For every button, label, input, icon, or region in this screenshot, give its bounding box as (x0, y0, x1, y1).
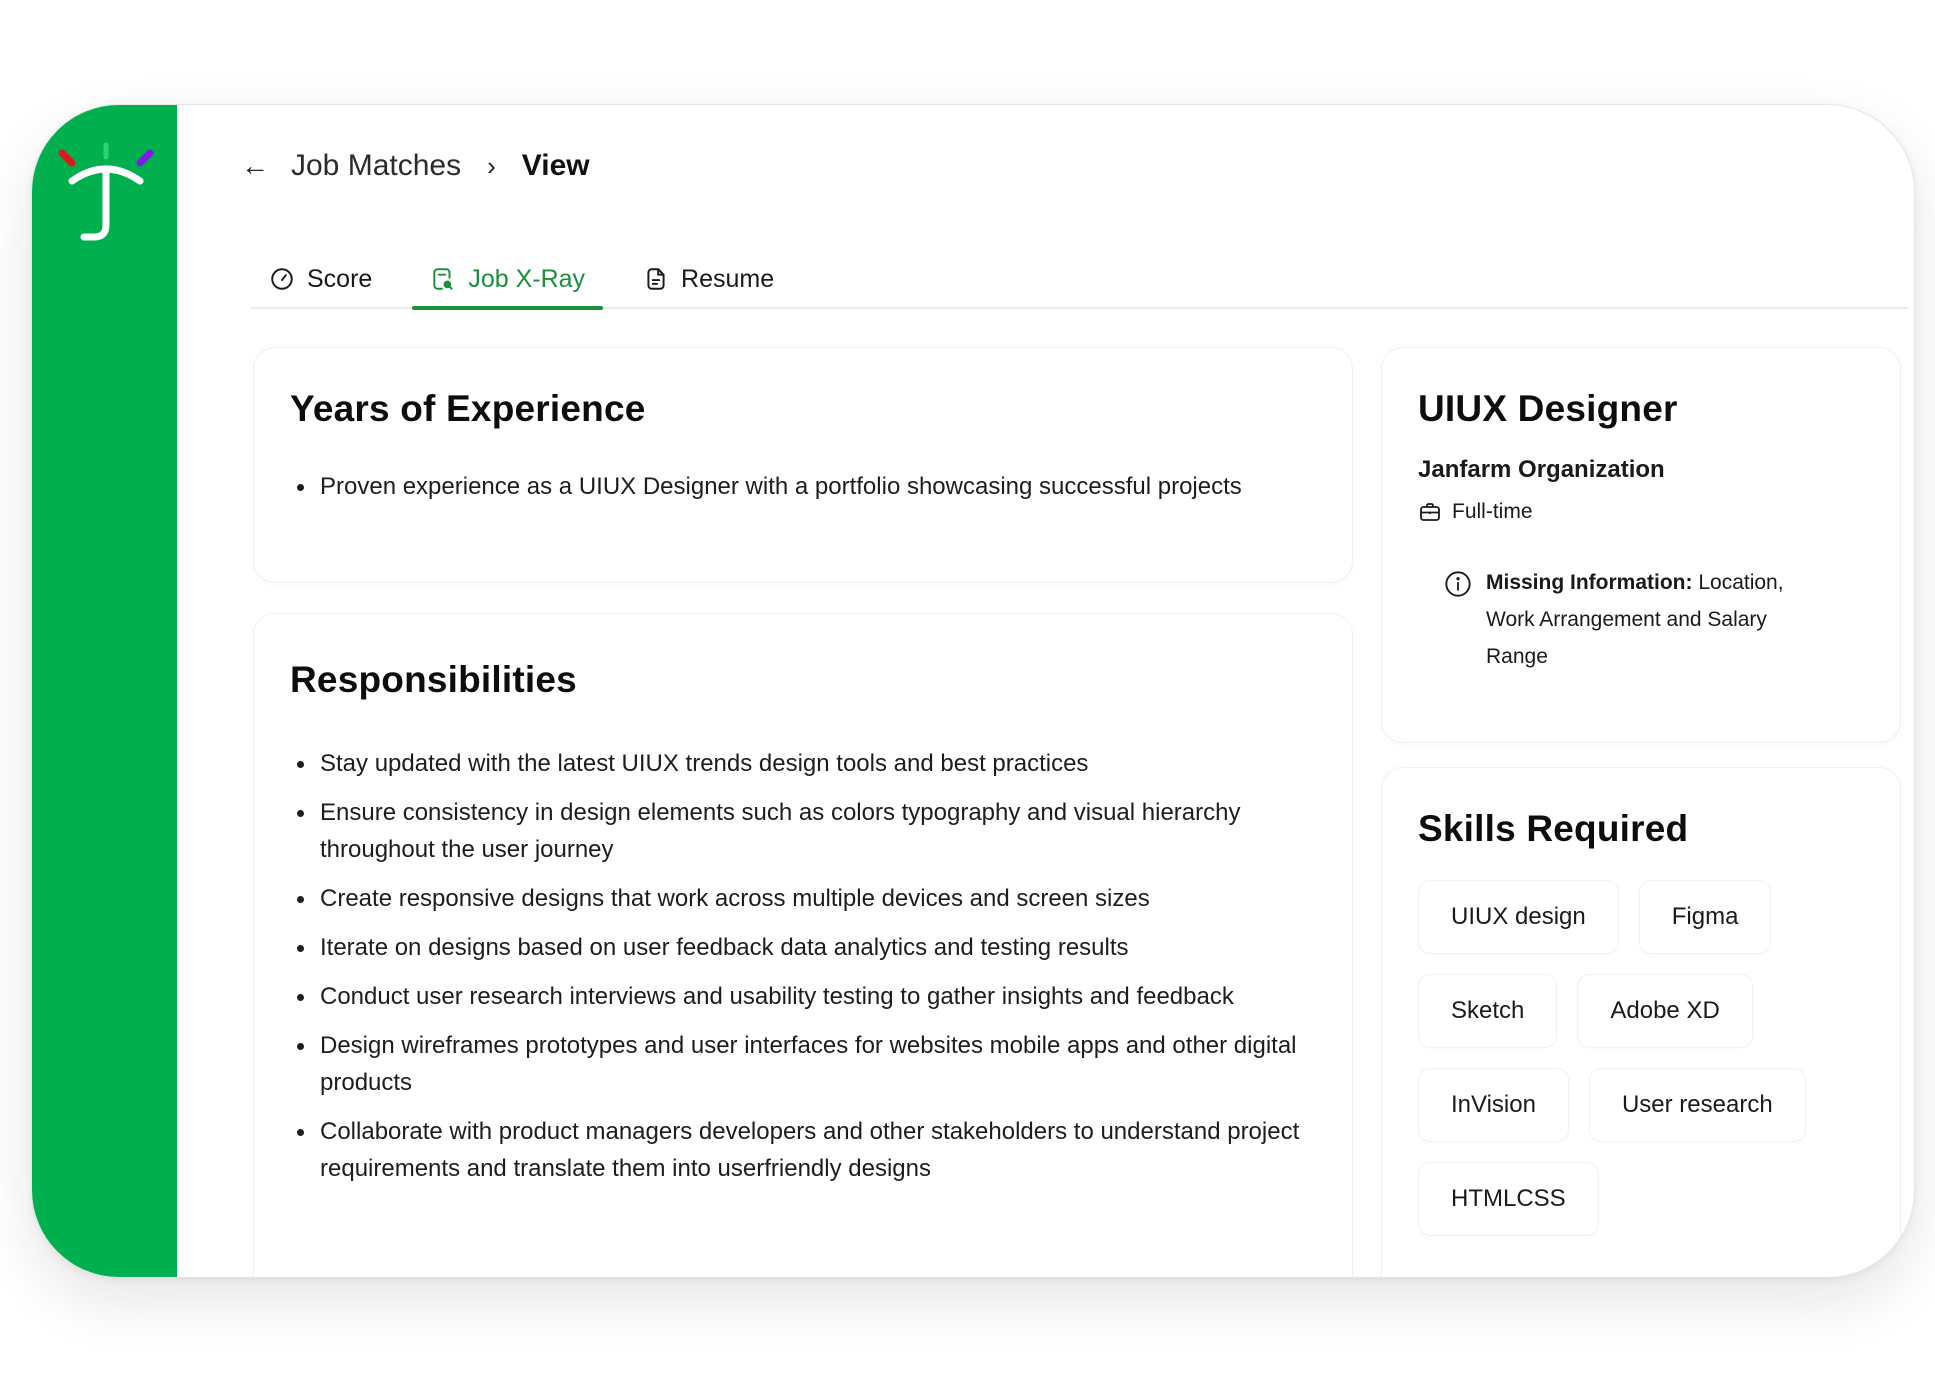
responsibilities-card: Responsibilities Stay updated with the l… (253, 613, 1353, 1277)
document-search-icon (433, 268, 453, 290)
missing-info-label: Missing Information: (1486, 571, 1693, 594)
list-item: Proven experience as a UIUX Designer wit… (290, 468, 1310, 505)
job-type: Full-time (1418, 500, 1864, 524)
skill-chip[interactable]: HTMLCSS (1418, 1162, 1599, 1236)
skills-title: Skills Required (1418, 808, 1689, 849)
tab-job-x-ray[interactable]: Job X-Ray (412, 251, 603, 310)
breadcrumb-job-matches[interactable]: Job Matches (291, 149, 461, 183)
tab-label: Job X-Ray (468, 264, 586, 293)
breadcrumb: ← Job Matches › View (241, 149, 590, 183)
list-item: Collaborate with product managers develo… (290, 1113, 1310, 1187)
skill-chip[interactable]: UIUX design (1418, 880, 1619, 954)
list-item: Design wireframes prototypes and user in… (290, 1027, 1310, 1101)
responsibilities-list: Stay updated with the latest UIUX trends… (290, 745, 1316, 1187)
experience-list: Proven experience as a UIUX Designer wit… (290, 468, 1316, 505)
skills-list: UIUX design Figma Sketch Adobe XD InVisi… (1418, 880, 1838, 1236)
job-type-label: Full-time (1452, 500, 1533, 523)
skill-chip[interactable]: User research (1588, 1068, 1806, 1142)
main-content: ← Job Matches › View Score Job X-Ray Res… (177, 105, 1914, 1277)
experience-title: Years of Experience (290, 388, 646, 429)
skills-card: Skills Required UIUX design Figma Sketch… (1381, 767, 1901, 1277)
tab-label: Resume (681, 264, 775, 293)
chevron-right-icon: › (487, 150, 496, 181)
gauge-icon (271, 268, 293, 290)
app-window: ← Job Matches › View Score Job X-Ray Res… (31, 104, 1915, 1278)
list-item: Stay updated with the latest UIUX trends… (290, 745, 1310, 782)
missing-info-text: Missing Information: Location, Work Arra… (1486, 564, 1816, 675)
organization-name: Janfarm Organization (1418, 456, 1665, 483)
job-summary-card: UIUX Designer Janfarm Organization Full-… (1381, 347, 1901, 743)
responsibilities-title: Responsibilities (290, 659, 577, 700)
tab-resume[interactable]: Resume (625, 251, 792, 307)
tab-label: Score (307, 264, 373, 293)
experience-card: Years of Experience Proven experience as… (253, 347, 1353, 583)
tab-bar: Score Job X-Ray Resume (251, 251, 1908, 310)
breadcrumb-current: View (521, 149, 590, 182)
tab-score[interactable]: Score (251, 251, 390, 307)
document-icon (647, 268, 665, 290)
skill-chip[interactable]: Sketch (1418, 974, 1558, 1048)
list-item: Create responsive designs that work acro… (290, 880, 1310, 917)
sidebar (32, 105, 177, 1277)
skill-chip[interactable]: InVision (1418, 1068, 1569, 1142)
skill-chip[interactable]: Figma (1638, 880, 1772, 954)
briefcase-icon (1420, 503, 1440, 521)
list-item: Iterate on designs based on user feedbac… (290, 929, 1310, 966)
job-title: UIUX Designer (1418, 388, 1678, 429)
back-arrow-icon[interactable]: ← (241, 150, 269, 182)
list-item: Ensure consistency in design elements su… (290, 794, 1310, 868)
list-item: Conduct user research interviews and usa… (290, 978, 1310, 1015)
info-icon (1445, 571, 1471, 597)
skill-chip[interactable]: Adobe XD (1577, 974, 1753, 1048)
app-logo-icon[interactable] (56, 137, 156, 247)
missing-info-notice: Missing Information: Location, Work Arra… (1418, 568, 1864, 675)
